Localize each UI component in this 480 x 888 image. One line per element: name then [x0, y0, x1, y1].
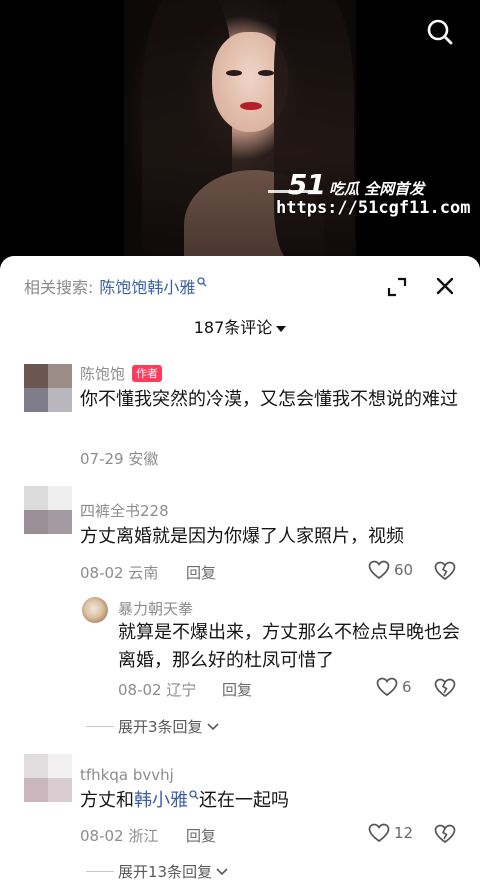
video-player[interactable]: 51 吃瓜 全网首发 https://51cgf11.com: [0, 0, 480, 262]
avatar[interactable]: [24, 754, 72, 802]
comment-text: 方丈离婚就是因为你爆了人家照片，视频: [80, 526, 404, 547]
reply-date: 08-02: [118, 681, 162, 699]
video-frame: [124, 0, 356, 262]
like-button[interactable]: 12: [368, 823, 413, 843]
expand-replies-label: 展开3条回复: [118, 718, 203, 736]
comment-count[interactable]: 187条评论: [0, 314, 480, 338]
mention-link[interactable]: 韩小雅: [134, 790, 188, 811]
comment-username[interactable]: 陈饱饱: [80, 363, 125, 384]
comment-username[interactable]: 四裤全书228: [80, 500, 169, 521]
broken-heart-icon[interactable]: [434, 561, 456, 583]
avatar[interactable]: [24, 486, 72, 534]
like-button[interactable]: 6: [376, 677, 412, 697]
reply-button[interactable]: 回复: [186, 562, 216, 583]
watermark-text: 吃瓜 全网首发: [328, 180, 425, 198]
comment-text: 你不懂我突然的冷漠，又怎会懂我不想说的难过: [80, 389, 458, 410]
comment-location: 云南: [128, 564, 159, 582]
comment-text-part: 还在一起吗: [199, 790, 289, 811]
comment-location: 浙江: [128, 827, 159, 845]
reply-text: 就算是不爆出来，方丈那么不检点早晚也会离婚，那么好的杜凤可惜了: [118, 622, 460, 671]
comment-count-label: 187条评论: [193, 318, 273, 337]
avatar[interactable]: [24, 364, 72, 412]
avatar[interactable]: [82, 597, 108, 623]
comment-text-part: 方丈和: [80, 790, 134, 811]
like-count: 12: [394, 824, 414, 842]
watermark-url: https://51cgf11.com: [276, 198, 471, 218]
comments-sheet: 相关搜索: 陈饱饱韩小雅 187条评论 陈饱饱 作者 你不懂我突然的冷漠，又怎会…: [0, 256, 480, 888]
reply-button[interactable]: 回复: [186, 825, 216, 846]
expand-replies-button[interactable]: 展开3条回复: [86, 716, 219, 737]
broken-heart-icon[interactable]: [434, 678, 456, 700]
search-icon: [189, 790, 199, 800]
comment-date: 07-29: [80, 450, 124, 468]
divider: [86, 726, 114, 727]
comment-meta: 08-02 浙江: [80, 825, 158, 846]
comment-date: 08-02: [80, 564, 124, 582]
like-count: 60: [394, 561, 414, 579]
expand-replies-button[interactable]: 展开13条回复: [86, 861, 228, 882]
chevron-down-icon: [276, 325, 287, 332]
reply-username[interactable]: 暴力朝天拳: [118, 598, 193, 619]
search-icon: [197, 277, 207, 287]
reply-meta: 08-02 辽宁: [118, 679, 196, 700]
comment-location: 安徽: [128, 450, 159, 468]
expand-replies-label: 展开13条回复: [118, 863, 213, 881]
comment-text: 方丈和韩小雅 还在一起吗: [80, 787, 460, 815]
like-button[interactable]: 60: [368, 560, 413, 580]
video-image-hair-right: [274, 0, 354, 260]
related-search-label: 相关搜索:: [24, 278, 94, 297]
chevron-down-icon: [216, 867, 228, 875]
like-count: 6: [402, 678, 412, 696]
watermark-number: 51: [288, 168, 326, 201]
related-search[interactable]: 相关搜索: 陈饱饱韩小雅: [24, 274, 207, 298]
broken-heart-icon[interactable]: [434, 824, 456, 846]
heart-icon: [368, 823, 390, 843]
comment-date: 08-02: [80, 827, 124, 845]
heart-icon: [376, 677, 398, 697]
reply-location: 辽宁: [166, 681, 197, 699]
related-search-term[interactable]: 陈饱饱韩小雅: [99, 274, 195, 298]
expand-icon[interactable]: [386, 276, 408, 298]
watermark-logo: 51 吃瓜 全网首发: [288, 168, 424, 201]
comment-meta: 07-29 安徽: [80, 448, 158, 469]
close-icon[interactable]: [434, 275, 456, 297]
chevron-down-icon: [206, 722, 219, 730]
search-icon[interactable]: [424, 16, 456, 48]
comment-username[interactable]: tfhkqa bvvhj: [80, 766, 174, 784]
divider: [86, 871, 114, 872]
author-badge: 作者: [132, 365, 162, 382]
heart-icon: [368, 560, 390, 580]
reply-button[interactable]: 回复: [222, 679, 252, 700]
comment-meta: 08-02 云南: [80, 562, 158, 583]
